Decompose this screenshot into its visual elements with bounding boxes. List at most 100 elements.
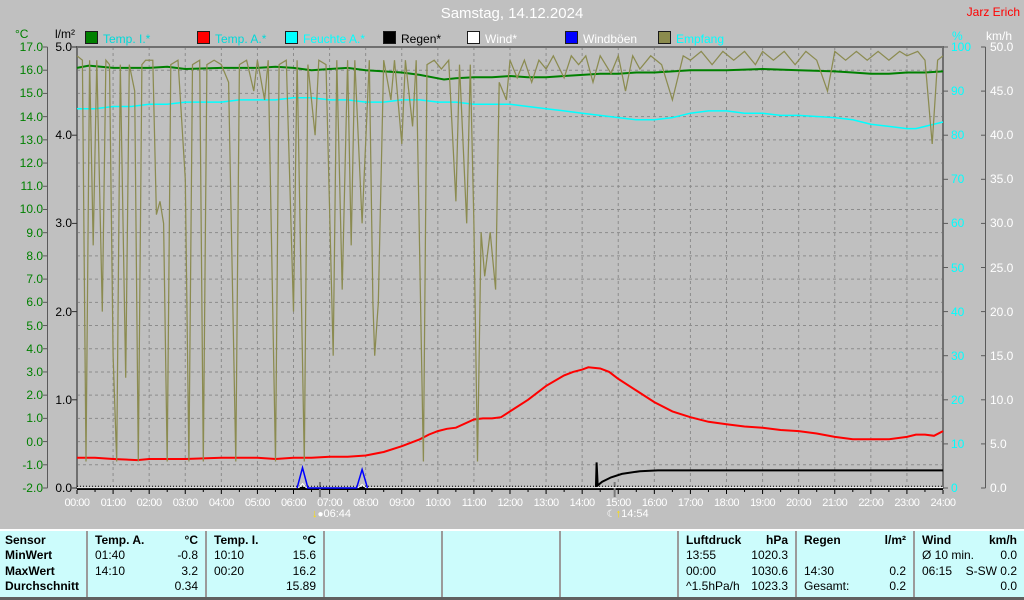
temp-axis-label: 7.0 bbox=[26, 272, 43, 287]
moon-icon: ☾ bbox=[606, 509, 616, 520]
table-row: Regen l/m² bbox=[797, 533, 913, 548]
table-row: 14:30 0.2 bbox=[797, 564, 913, 579]
temp-axis-label: 5.0 bbox=[26, 318, 43, 333]
table-cell-label: 00:00 bbox=[686, 563, 717, 578]
table-column-tempa: Temp. A. °C 01:40 -0.8 14:10 3.2 0.34 bbox=[88, 531, 207, 597]
time-axis-label: 20:00 bbox=[786, 497, 812, 509]
table-cell-value: °C bbox=[302, 533, 316, 547]
time-axis-label: 17:00 bbox=[677, 497, 704, 509]
temp-axis-label: 17.0 bbox=[19, 40, 43, 54]
table-row-header: Sensor bbox=[5, 533, 46, 547]
table-row bbox=[561, 579, 677, 594]
table-cell-value: -0.8 bbox=[177, 548, 198, 563]
time-axis-label: 22:00 bbox=[858, 497, 884, 509]
table-cell-label: ^1.5hPa/h bbox=[686, 578, 740, 593]
table-cell-label: Luftdruck bbox=[686, 533, 742, 547]
humidity-axis-label: 20 bbox=[951, 392, 965, 407]
table-row: Wind km/h bbox=[915, 533, 1024, 548]
rain-axis-label: 3.0 bbox=[55, 216, 72, 231]
table-column-empty bbox=[443, 531, 561, 597]
humidity-axis-label: 50 bbox=[951, 260, 965, 275]
table-cell-value: 0.2 bbox=[889, 563, 906, 578]
time-axis-label: 13:00 bbox=[533, 497, 560, 509]
humidity-axis-label: 0 bbox=[951, 481, 958, 495]
table-row: Gesamt: 0.2 bbox=[797, 579, 913, 594]
table-cell-label: 10:10 bbox=[214, 548, 245, 563]
table-cell-label: 01:40 bbox=[95, 548, 126, 563]
table-cell-value: hPa bbox=[765, 533, 788, 547]
table-row bbox=[325, 533, 441, 548]
table-cell-value: S-SW 0.2 bbox=[965, 563, 1017, 578]
table-row bbox=[443, 533, 559, 548]
table-cell-label: 00:20 bbox=[214, 563, 245, 578]
table-row-header: MinWert bbox=[5, 548, 53, 563]
sun-marker-0644: ↓●06:44 bbox=[312, 508, 351, 520]
table-row: 00:00 1030.6 bbox=[679, 564, 795, 579]
temp-axis-label: 1.0 bbox=[26, 411, 43, 426]
table-row: Ø 10 min. 0.0 bbox=[915, 548, 1024, 563]
table-row: Temp. A. °C bbox=[88, 533, 205, 548]
table-row: 14:10 3.2 bbox=[88, 564, 205, 579]
time-axis-label: 23:00 bbox=[894, 497, 920, 509]
time-axis-label: 00:00 bbox=[64, 497, 90, 509]
time-axis-label: 10:00 bbox=[425, 497, 451, 509]
chart-plot bbox=[43, 46, 986, 497]
table-row: ^1.5hPa/h 1023.3 bbox=[679, 579, 795, 594]
temp-axis-label: 4.0 bbox=[26, 341, 43, 356]
table-column-regen: Regen l/m² 14:30 0.2 Gesamt: 0.2 bbox=[797, 531, 915, 597]
table-cell-label: Temp. I. bbox=[214, 533, 259, 547]
sun-marker-time: 06:44 bbox=[323, 508, 352, 520]
weather-day-chart-window: { "header": { "title": "Samstag, 14.12.2… bbox=[0, 0, 1024, 600]
humidity-axis-label: 60 bbox=[951, 216, 965, 231]
wind-axis-label: 25.0 bbox=[990, 260, 1014, 275]
wind-axis-label: 20.0 bbox=[990, 304, 1014, 319]
rain-axis-label: 5.0 bbox=[55, 40, 72, 54]
temp-axis-label: 10.0 bbox=[19, 202, 43, 217]
temp-axis-label: 16.0 bbox=[19, 63, 43, 78]
humidity-axis-label: 30 bbox=[951, 348, 965, 363]
table-cell-value: 1030.6 bbox=[751, 563, 788, 578]
temp-axis-label: 11.0 bbox=[20, 179, 43, 194]
wind-axis-label: 0.0 bbox=[990, 481, 1007, 495]
table-cell-label: Ø 10 min. bbox=[922, 548, 975, 563]
temp-axis-label: 12.0 bbox=[19, 156, 43, 171]
table-row bbox=[443, 548, 559, 563]
wind-axis-label: 40.0 bbox=[990, 128, 1014, 143]
table-row-header: MaxWert bbox=[5, 563, 55, 578]
humidity-axis-label: 10 bbox=[951, 436, 965, 451]
table-row bbox=[443, 564, 559, 579]
rain-axis-label: 2.0 bbox=[55, 304, 72, 319]
table-row bbox=[325, 564, 441, 579]
wind-axis-label: 15.0 bbox=[990, 348, 1014, 363]
time-axis-label: 24:00 bbox=[930, 497, 956, 509]
temp-axis-label: 15.0 bbox=[19, 86, 43, 101]
wind-axis-label: 10.0 bbox=[990, 392, 1014, 407]
table-cell-label: 14:30 bbox=[804, 563, 835, 578]
time-axis-label: 04:00 bbox=[208, 497, 235, 509]
table-row bbox=[561, 548, 677, 563]
table-column-tempi: Temp. I. °C 10:10 15.6 00:20 16.2 15.89 bbox=[207, 531, 325, 597]
time-axis-label: 11:00 bbox=[461, 497, 487, 509]
table-row: 00:20 16.2 bbox=[207, 564, 323, 579]
time-axis-label: 19:00 bbox=[750, 497, 776, 509]
table-cell-value: °C bbox=[184, 533, 198, 547]
table-cell-value: 0.2 bbox=[889, 578, 906, 593]
table-row: 0.0 bbox=[915, 579, 1024, 594]
table-row: Luftdruck hPa bbox=[679, 533, 795, 548]
temp-axis-label: 8.0 bbox=[26, 248, 43, 263]
sun-marker-time: 14:54 bbox=[621, 508, 649, 520]
table-row: 06:15 S-SW 0.2 bbox=[915, 564, 1024, 579]
humidity-axis-label: 100 bbox=[951, 40, 972, 54]
table-cell-value: 0.0 bbox=[1000, 578, 1017, 593]
table-cell-value: 16.2 bbox=[292, 563, 316, 578]
table-row-header: Durchschnitt bbox=[5, 578, 80, 593]
humidity-axis-label: 90 bbox=[951, 84, 965, 99]
table-cell-label: 06:15 bbox=[922, 563, 953, 578]
table-row: 01:40 -0.8 bbox=[88, 548, 205, 563]
table-cell-value: 1020.3 bbox=[751, 548, 788, 563]
temp-axis-label: -2.0 bbox=[22, 481, 43, 495]
temp-axis-label: 6.0 bbox=[26, 295, 43, 310]
time-axis-label: 01:00 bbox=[100, 497, 127, 509]
table-row: Temp. I. °C bbox=[207, 533, 323, 548]
table-cell-value: km/h bbox=[988, 533, 1017, 547]
